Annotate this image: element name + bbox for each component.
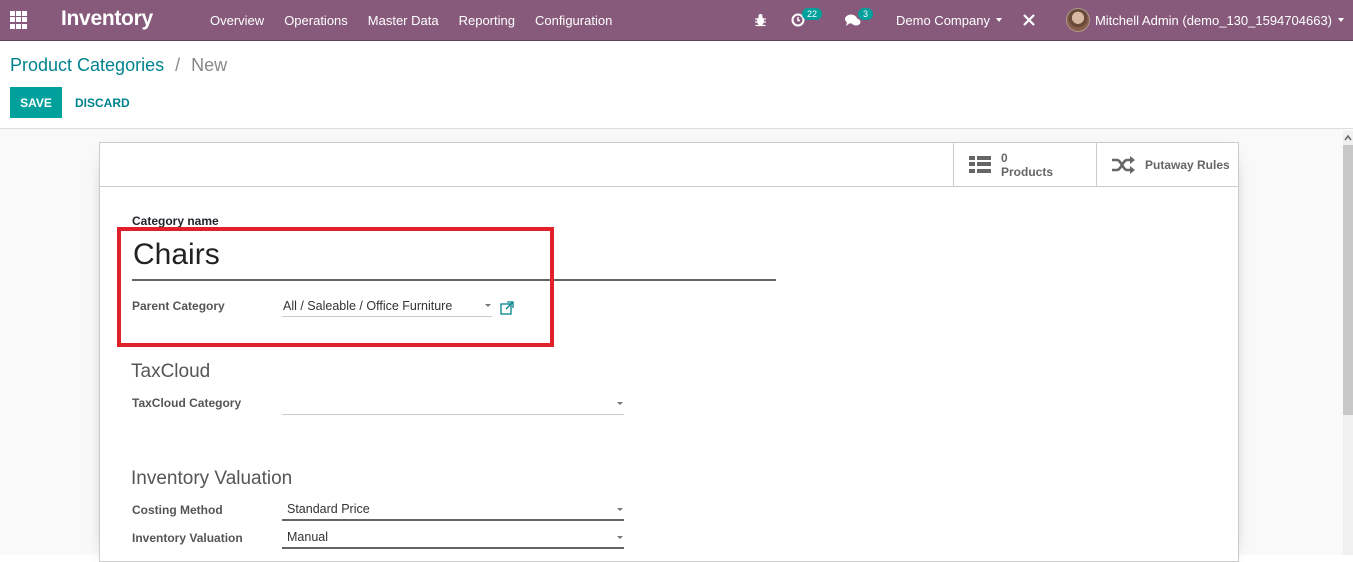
user-avatar bbox=[1065, 8, 1090, 32]
form-view: 0 Products Putaway Rules Category name P… bbox=[0, 128, 1353, 562]
inventory-valuation-section-title: Inventory Valuation bbox=[131, 468, 293, 489]
scrollbar-thumb[interactable] bbox=[1343, 145, 1353, 415]
activities-button[interactable]: 22 bbox=[791, 8, 825, 27]
company-name: Demo Company bbox=[896, 12, 990, 28]
menu-item-overview[interactable]: Overview bbox=[200, 13, 274, 28]
breadcrumb-product-categories[interactable]: Product Categories bbox=[10, 55, 164, 75]
vertical-scrollbar[interactable] bbox=[1343, 131, 1353, 555]
parent-category-value: All / Saleable / Office Furniture bbox=[283, 298, 453, 313]
inventory-valuation-select[interactable]: Manual bbox=[282, 527, 624, 549]
smart-button-box: 0 Products Putaway Rules bbox=[100, 143, 1238, 187]
category-name-label: Category name bbox=[132, 214, 219, 228]
activities-count-badge: 22 bbox=[801, 8, 822, 20]
costing-method-select[interactable]: Standard Price bbox=[282, 499, 624, 521]
caret-down-icon bbox=[995, 18, 1002, 22]
list-icon bbox=[969, 156, 991, 173]
costing-method-value: Standard Price bbox=[287, 502, 370, 516]
products-stat-button[interactable]: 0 Products bbox=[953, 143, 1096, 186]
bug-icon bbox=[754, 14, 766, 27]
costing-method-label: Costing Method bbox=[132, 503, 223, 517]
inventory-valuation-value: Manual bbox=[287, 530, 328, 544]
main-menu: Overview Operations Master Data Reportin… bbox=[200, 0, 622, 40]
messages-count-badge: 3 bbox=[858, 8, 874, 20]
external-link-icon[interactable] bbox=[500, 301, 514, 315]
menu-item-operations[interactable]: Operations bbox=[274, 13, 358, 28]
breadcrumb: Product Categories / New bbox=[10, 55, 227, 76]
dropdown-caret-icon bbox=[617, 402, 623, 405]
top-navbar: Inventory Overview Operations Master Dat… bbox=[0, 0, 1353, 41]
discard-button[interactable]: DISCARD bbox=[65, 87, 140, 118]
breadcrumb-separator: / bbox=[175, 55, 181, 75]
menu-item-reporting[interactable]: Reporting bbox=[449, 13, 525, 28]
caret-down-icon bbox=[1338, 18, 1344, 22]
taxcloud-category-label: TaxCloud Category bbox=[132, 396, 242, 410]
products-count: 0 bbox=[1001, 150, 1008, 165]
inventory-valuation-label: Inventory Valuation bbox=[132, 531, 243, 545]
app-name[interactable]: Inventory bbox=[61, 7, 153, 31]
menu-item-master-data[interactable]: Master Data bbox=[358, 13, 449, 28]
tools-button[interactable] bbox=[1022, 13, 1036, 27]
save-button[interactable]: SAVE bbox=[10, 87, 62, 118]
messages-button[interactable]: 3 bbox=[845, 8, 876, 27]
company-switcher[interactable]: Demo Company bbox=[896, 13, 1002, 28]
products-label: Products bbox=[1001, 164, 1054, 179]
apps-menu-icon[interactable] bbox=[10, 11, 28, 29]
shuffle-icon bbox=[1112, 155, 1135, 174]
tools-icon bbox=[1023, 14, 1035, 26]
breadcrumb-current: New bbox=[191, 55, 228, 75]
taxcloud-section-title: TaxCloud bbox=[131, 361, 211, 382]
category-name-input[interactable] bbox=[132, 231, 776, 281]
user-menu[interactable]: Mitchell Admin (demo_130_1594704663) bbox=[1065, 8, 1344, 32]
systray: 22 3 Demo Company Mitchell Admin (demo_1… bbox=[744, 0, 1353, 40]
taxcloud-category-select[interactable] bbox=[282, 393, 624, 415]
parent-category-select[interactable]: All / Saleable / Office Furniture bbox=[282, 295, 492, 317]
putaway-rules-button[interactable]: Putaway Rules bbox=[1096, 143, 1238, 186]
dropdown-caret-icon bbox=[617, 508, 623, 511]
menu-item-configuration[interactable]: Configuration bbox=[525, 13, 622, 28]
dropdown-caret-icon bbox=[485, 304, 491, 307]
putaway-rules-label: Putaway Rules bbox=[1145, 157, 1230, 172]
parent-category-label: Parent Category bbox=[132, 299, 225, 313]
dropdown-caret-icon bbox=[617, 536, 623, 539]
scroll-up-arrow-icon[interactable] bbox=[1343, 134, 1353, 142]
user-name: Mitchell Admin (demo_130_1594704663) bbox=[1094, 12, 1332, 28]
form-sheet: 0 Products Putaway Rules Category name P… bbox=[99, 142, 1239, 562]
debug-button[interactable] bbox=[754, 13, 767, 27]
